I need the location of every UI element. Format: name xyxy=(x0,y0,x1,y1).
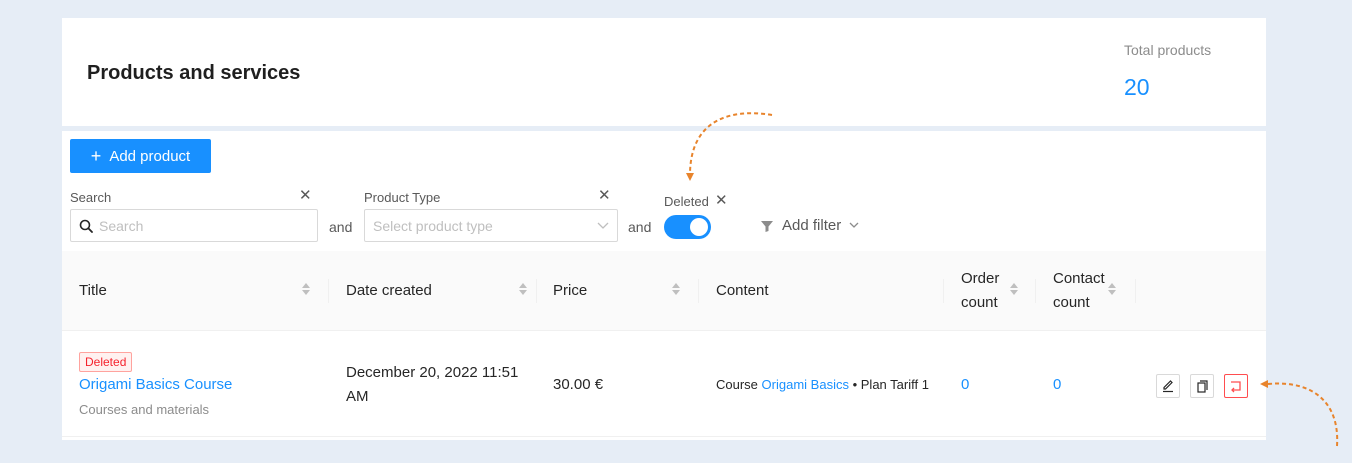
total-products-value: 20 xyxy=(1124,74,1150,100)
product-type-filter-label: Product Type xyxy=(364,190,441,205)
date-created-cell: December 20, 2022 11:51 AM xyxy=(346,364,519,405)
deleted-badge: Deleted xyxy=(79,352,133,372)
order-count-link[interactable]: 0 xyxy=(961,376,969,393)
search-filter-close-icon[interactable]: ✕ xyxy=(299,188,312,203)
copy-icon xyxy=(1195,379,1209,393)
table-header: Title Date created Price Content Order c… xyxy=(62,251,1266,331)
price-cell: 30.00 € xyxy=(553,376,604,393)
column-header-title[interactable]: Title xyxy=(79,251,107,331)
add-filter-button[interactable]: Add filter xyxy=(760,217,859,234)
search-icon xyxy=(79,219,93,233)
add-product-button[interactable]: + Add product xyxy=(70,139,211,173)
sort-icon[interactable] xyxy=(302,283,310,295)
deleted-filter-label: Deleted xyxy=(664,194,709,209)
table-row: Deleted Origami Basics Course Courses an… xyxy=(62,332,1266,437)
add-filter-label: Add filter xyxy=(782,217,842,234)
deleted-toggle[interactable] xyxy=(664,215,711,239)
content-type: Course xyxy=(716,377,758,392)
page-header: Products and services Total products 20 xyxy=(62,18,1266,126)
sort-icon[interactable] xyxy=(1010,283,1018,295)
column-header-order-count[interactable]: Order count xyxy=(961,251,1009,331)
add-product-label: Add product xyxy=(109,147,191,165)
edit-button[interactable] xyxy=(1156,374,1180,398)
page-title: Products and services xyxy=(87,62,301,84)
product-title-link[interactable]: Origami Basics Course xyxy=(79,376,232,393)
column-header-date-created[interactable]: Date created xyxy=(346,251,432,331)
sort-icon[interactable] xyxy=(672,283,680,295)
toggle-knob xyxy=(690,218,708,236)
product-type-input[interactable] xyxy=(373,217,597,234)
column-header-content: Content xyxy=(716,282,769,299)
chevron-down-icon xyxy=(849,222,859,229)
content-plan: • Plan Tariff 1 xyxy=(852,377,929,392)
sort-icon[interactable] xyxy=(519,283,527,295)
column-header-price[interactable]: Price xyxy=(553,251,587,331)
total-products-label: Total products xyxy=(1124,42,1212,58)
funnel-icon xyxy=(760,219,774,233)
contact-count-link[interactable]: 0 xyxy=(1053,376,1061,393)
copy-button[interactable] xyxy=(1190,374,1214,398)
column-header-contact-count[interactable]: Contact count xyxy=(1053,251,1113,331)
product-type-select[interactable] xyxy=(364,209,618,242)
plus-icon: + xyxy=(90,146,102,166)
chevron-down-icon xyxy=(597,222,609,230)
search-field xyxy=(70,209,318,242)
search-input[interactable] xyxy=(99,217,309,234)
product-category: Courses and materials xyxy=(79,402,210,417)
sort-icon[interactable] xyxy=(1108,283,1116,295)
search-filter-label: Search xyxy=(70,190,112,205)
product-type-filter-close-icon[interactable]: ✕ xyxy=(598,188,611,203)
content-course-link[interactable]: Origami Basics xyxy=(762,377,849,392)
deleted-filter-close-icon[interactable]: ✕ xyxy=(715,193,728,208)
restore-button[interactable] xyxy=(1224,374,1248,398)
and-label: and xyxy=(329,219,353,235)
edit-icon xyxy=(1161,379,1175,393)
content-cell: Course Origami Basics • Plan Tariff 1 xyxy=(716,377,929,392)
products-panel: + Add product Search ✕ and Product Type … xyxy=(62,131,1266,440)
and-label: and xyxy=(628,219,652,235)
restore-icon xyxy=(1229,379,1243,393)
